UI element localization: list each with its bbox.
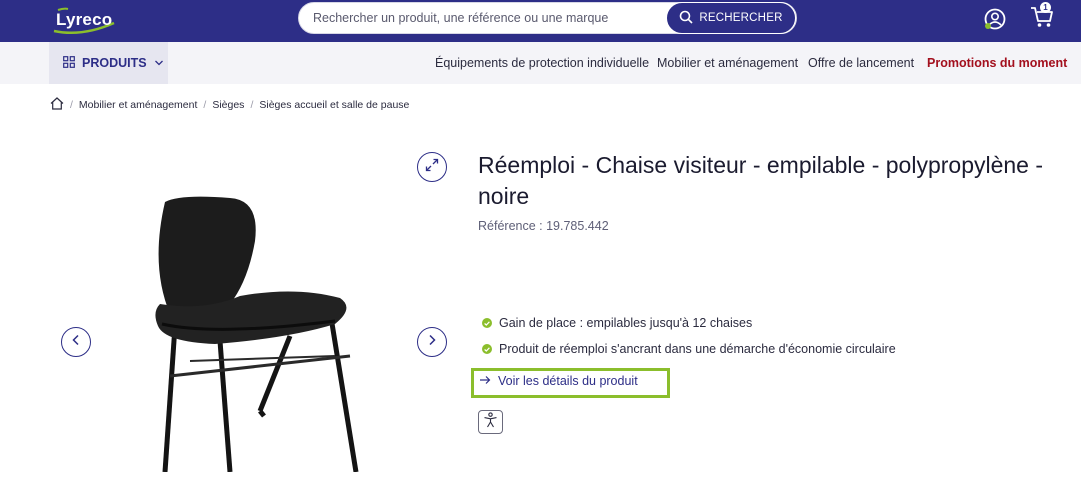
feature-item: Gain de place : empilables jusqu'à 12 ch… <box>482 316 752 330</box>
home-icon[interactable] <box>50 97 64 113</box>
product-details-label: Voir les détails du produit <box>498 374 638 388</box>
breadcrumb: / Mobilier et aménagement / Sièges / Siè… <box>50 97 409 113</box>
account-icon[interactable] <box>984 8 1006 30</box>
products-label: PRODUITS <box>82 56 147 70</box>
logo-text: Lyreco <box>56 10 113 29</box>
top-bar: Lyreco RECHERCHER 1 <box>0 0 1081 42</box>
feature-item: Produit de réemploi s'ancrant dans une d… <box>482 342 896 356</box>
breadcrumb-item[interactable]: Sièges accueil et salle de pause <box>259 99 409 111</box>
accessibility-icon <box>483 411 498 433</box>
feature-text: Gain de place : empilables jusqu'à 12 ch… <box>499 316 753 330</box>
chevron-right-icon <box>427 333 437 351</box>
feature-text: Produit de réemploi s'ancrant dans une d… <box>499 342 896 356</box>
search-input[interactable] <box>313 3 653 33</box>
nav-link-epi[interactable]: Équipements de protection individuelle <box>435 56 649 70</box>
chevron-left-icon <box>71 333 81 351</box>
accessibility-button[interactable] <box>478 410 503 434</box>
expand-icon <box>425 158 439 177</box>
search-button-label: RECHERCHER <box>699 12 783 24</box>
nav-link-promotions[interactable]: Promotions du moment <box>927 56 1067 70</box>
arrow-right-icon <box>479 374 491 388</box>
search-button[interactable]: RECHERCHER <box>666 2 796 34</box>
product-reference: Référence : 19.785.442 <box>478 219 609 233</box>
search-bar: RECHERCHER <box>298 2 797 34</box>
check-icon <box>482 344 492 354</box>
nav-link-lancement[interactable]: Offre de lancement <box>808 56 914 70</box>
previous-image-button[interactable] <box>61 327 91 357</box>
expand-image-button[interactable] <box>417 152 447 182</box>
next-image-button[interactable] <box>417 327 447 357</box>
chevron-down-icon <box>154 56 164 70</box>
lyreco-logo[interactable]: Lyreco <box>52 7 118 35</box>
breadcrumb-item[interactable]: Sièges <box>212 99 244 111</box>
cart-count-badge: 1 <box>1040 2 1051 13</box>
product-details-link[interactable]: Voir les détails du produit <box>479 374 638 388</box>
breadcrumb-item[interactable]: Mobilier et aménagement <box>79 99 197 111</box>
nav-link-mobilier[interactable]: Mobilier et aménagement <box>657 56 798 70</box>
products-menu-button[interactable]: PRODUITS <box>49 42 168 84</box>
nav-bar: PRODUITS Équipements de protection indiv… <box>0 42 1081 84</box>
product-image <box>120 186 390 473</box>
grid-icon <box>63 55 75 71</box>
check-icon <box>482 318 492 328</box>
search-icon <box>679 10 693 27</box>
product-title: Réemploi - Chaise visiteur - empilable -… <box>478 152 1044 209</box>
